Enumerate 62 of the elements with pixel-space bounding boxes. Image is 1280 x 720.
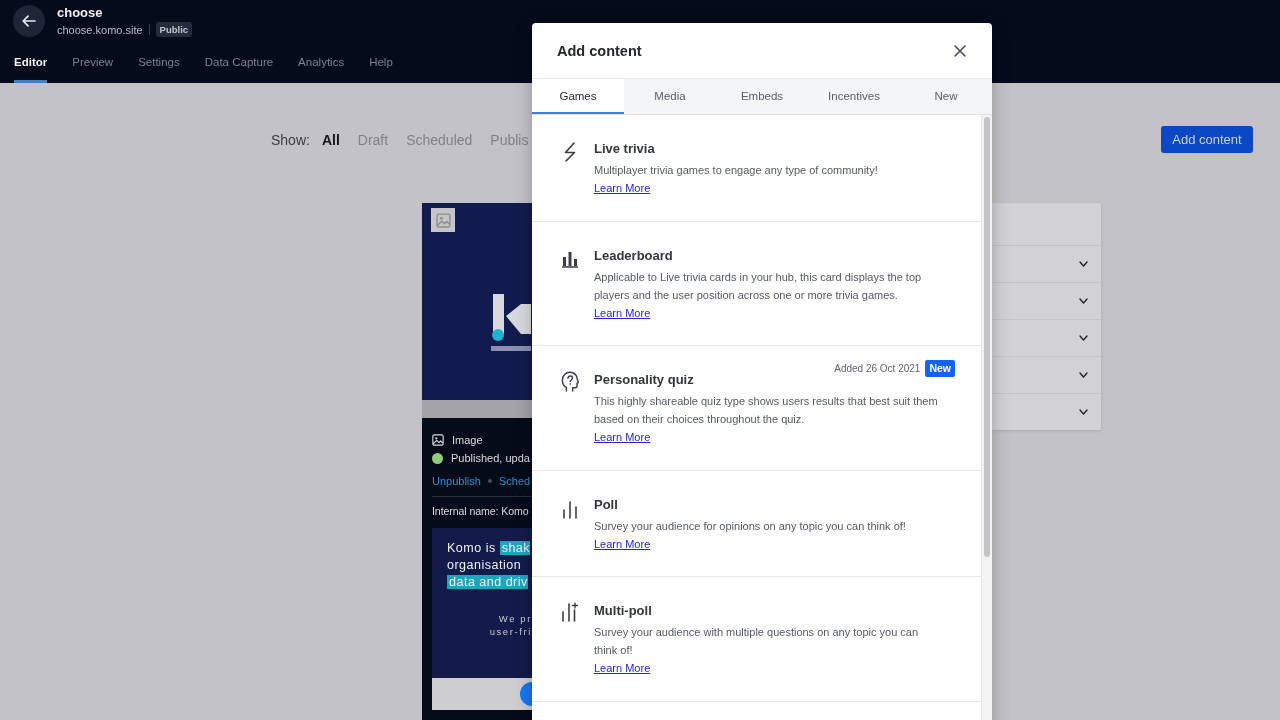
added-date: Added 26 Oct 2021 <box>834 363 921 374</box>
dialog-title: Add content <box>557 42 642 59</box>
logo-drawing <box>491 294 531 352</box>
learn-more-link[interactable]: Learn More <box>594 428 651 446</box>
head-question-icon <box>561 371 579 392</box>
filter-tab[interactable]: All <box>321 131 340 148</box>
preview-body-text: We pr user-fri <box>489 612 532 638</box>
social-icon[interactable] <box>520 682 532 706</box>
learn-more-link[interactable]: Learn More <box>594 534 651 553</box>
visibility-badge: Public <box>155 22 193 37</box>
nav-tab[interactable]: Settings <box>138 55 180 83</box>
dialog-tab[interactable]: New <box>900 79 992 114</box>
separator-dot-icon <box>487 479 492 483</box>
arrow-left-icon <box>22 15 36 27</box>
status-text: Published, upda <box>451 452 530 464</box>
card-action-link[interactable]: Sched <box>498 475 531 487</box>
nav-tab[interactable]: Help <box>369 55 393 83</box>
item-title: Leaderboard <box>594 246 673 265</box>
site-title: choose <box>57 5 104 21</box>
close-button[interactable] <box>954 44 966 57</box>
card-type-label: Image <box>452 434 483 446</box>
chevron-down-icon[interactable] <box>1079 298 1088 304</box>
add-content-button[interactable]: Add content <box>1161 126 1253 153</box>
item-description: This highly shareable quiz type shows users results that best suit them based on their choices throughout the quiz. <box>594 394 939 427</box>
nav-tab[interactable]: Preview <box>72 55 114 83</box>
preview-heading: Komo is shak organisation data and driv <box>446 540 532 591</box>
new-badge: New <box>925 360 955 377</box>
chevron-down-icon[interactable] <box>1079 261 1088 267</box>
nav-tab[interactable]: Data Capture <box>204 55 274 83</box>
image-icon <box>432 434 444 446</box>
item-description: Multiplayer trivia games to engage any type of community! <box>594 163 878 178</box>
back-button[interactable] <box>13 5 45 37</box>
dialog-tab[interactable]: Media <box>624 79 716 114</box>
site-url: choose.komo.site <box>57 22 143 37</box>
bar-chart-icon <box>561 249 579 268</box>
item-title: Multi-poll <box>594 602 652 620</box>
item-description: Applicable to Live trivia cards in your hub, this card displays the top players and the user position across one or more trivia games. <box>594 269 923 303</box>
chevron-down-icon[interactable] <box>1079 372 1088 378</box>
bars-plus-icon <box>561 602 579 622</box>
learn-more-link[interactable]: Learn More <box>594 659 651 677</box>
nav-tab[interactable]: Analytics <box>298 55 345 83</box>
scrollbar[interactable] <box>981 115 992 720</box>
item-title: Poll <box>594 495 618 514</box>
item-title: Live trivia <box>594 140 655 158</box>
scrollbar-thumb[interactable] <box>984 117 990 557</box>
item-description: Survey your audience for opinions on any topic you can think of! <box>594 518 906 534</box>
dialog-tab[interactable]: Incentives <box>808 79 900 114</box>
item-description: Survey your audience with multiple questions on any topic you can think of! <box>594 625 920 658</box>
show-label: Show: <box>271 131 310 148</box>
dialog-tab[interactable]: Games <box>532 79 624 114</box>
nav-tab[interactable]: Editor <box>14 55 48 83</box>
card-action-link[interactable]: Unpublish <box>432 475 481 487</box>
close-icon <box>954 44 966 57</box>
chevron-down-icon[interactable] <box>1079 335 1088 341</box>
lightning-icon <box>563 142 577 162</box>
item-title: Personality quiz <box>594 371 694 389</box>
vertical-bars-icon <box>562 500 578 519</box>
internal-name-text: Internal name: Komo <box>432 505 529 517</box>
learn-more-link[interactable]: Learn More <box>594 179 651 197</box>
dialog-tab[interactable]: Embeds <box>716 79 808 114</box>
chevron-down-icon[interactable] <box>1079 409 1088 415</box>
learn-more-link[interactable]: Learn More <box>594 303 651 322</box>
